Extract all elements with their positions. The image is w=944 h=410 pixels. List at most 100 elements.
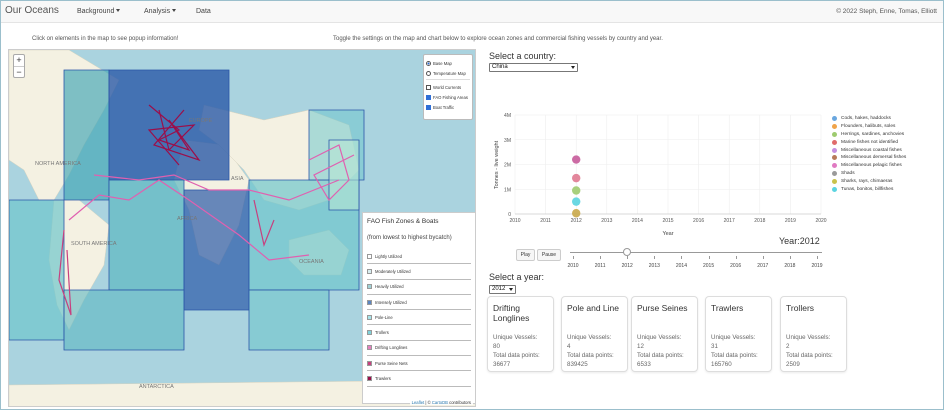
year-select[interactable]: 2012 [489,285,516,294]
zoom-out-button[interactable]: − [14,66,24,77]
chart-legend-label: Sharks, rays, chimaeras [841,178,893,184]
layer-boat-traffic[interactable]: Boat Traffic [426,102,470,112]
legend-item-label: Intensely Utilized [375,299,407,305]
slider-tick [735,256,737,259]
card-vessels-label: Unique Vessels: [567,334,612,341]
legend-item: Pole-Line [367,310,471,326]
fao-zone[interactable] [63,69,110,201]
legend-dot-icon [832,178,837,184]
chart-legend-label: Shads [841,170,855,176]
slider-tick [654,256,656,259]
country-select[interactable]: China [489,63,578,72]
chart-legend-item[interactable]: Miscellaneous pelagic fishes [832,162,906,170]
pause-button[interactable]: Pause [537,249,561,261]
label-asia: ASIA [231,176,244,182]
radio-selected-icon[interactable] [426,60,431,66]
fish-catch-chart[interactable]: 01M2M3M4M2010 2011 2012 2013 2014 2015 2016 201… [484,100,832,240]
legend-item-label: Purse Seine Nets [375,360,408,366]
data-point[interactable] [572,186,581,195]
legend-swatch [367,345,372,351]
x-tick-label: 2015 [662,218,673,224]
layer-world-currents[interactable]: World Currents [426,82,470,92]
fao-zone[interactable] [183,189,250,311]
legend-subtitle: (from lowest to highest bycatch) [367,235,452,241]
caret-down-icon [116,9,121,12]
fao-zone[interactable] [248,289,330,351]
chart-legend-item[interactable]: Marine fishes not identified [832,138,906,146]
chart-legend-item[interactable]: Cods, hakes, haddocks [832,115,906,123]
nav-background-dropdown[interactable]: Background [77,8,121,15]
year-slider-track[interactable] [570,252,822,253]
legend-item-label: Moderately Utilized [375,268,411,274]
legend-dot-icon [832,131,837,137]
x-tick-label: 2011 [540,218,551,224]
card-vessels-value: 4 [567,343,571,350]
x-tick-label: 2020 [815,218,826,224]
card-points-value: 6533 [637,361,651,368]
layer-base-map[interactable]: Base Map [426,58,470,68]
year-select-value: 2012 [492,286,506,292]
checkbox-checked-icon[interactable] [426,94,431,100]
zoom-in-button[interactable]: + [14,55,24,66]
fao-zone[interactable] [108,69,230,181]
play-button[interactable]: Play [516,249,535,261]
checkbox-checked-icon[interactable] [426,104,431,110]
data-point[interactable] [572,173,581,183]
layer-label: Temperature Map [433,70,466,76]
chart-legend-item[interactable]: Shads [832,170,906,178]
card-points-value: 2509 [786,361,800,368]
card-title: Drifting Longlines [493,303,530,323]
zoom-control: + − [13,54,25,78]
chart-legend-item[interactable]: Miscellaneous coastal fishes [832,146,906,154]
map-legend: FAO Fish Zones & Boats (from lowest to h… [362,212,475,404]
legend-title: FAO Fish Zones & Boats [367,218,439,225]
chart-legend-item[interactable]: Tunas, bonitos, billfishes [832,185,906,193]
current-year-display: Year:2012 [779,236,820,246]
layer-temperature-map[interactable]: Temperature Map [426,68,470,78]
data-point[interactable] [572,197,581,206]
vessel-stats-card: Trawlers Unique Vessels: 31 Total data poin… [705,296,772,372]
nav-data-link[interactable]: Data [196,8,211,15]
checkbox-icon[interactable] [426,84,431,90]
fao-zone[interactable] [9,199,65,341]
leaflet-link[interactable]: Leaflet [412,400,425,405]
slider-tick-label: 2018 [784,263,796,269]
year-value: 2012 [799,236,820,246]
cartodb-link[interactable]: CartoDB [432,400,448,405]
fao-zone[interactable] [108,179,185,291]
legend-swatch [367,284,372,290]
layer-label: Base Map [433,60,452,66]
card-vessels-label: Unique Vessels: [637,334,682,341]
label-oceania: OCEANIA [299,259,324,265]
chart-legend-item[interactable]: Miscellaneous demersal fishes [832,154,906,162]
chart-legend-item[interactable]: Herrings, sardines, anchovies [832,131,906,139]
chart-legend-label: Herrings, sardines, anchovies [841,131,905,137]
fao-zone[interactable] [328,139,360,211]
label-north-america: NORTH AMERICA [35,161,81,167]
chart-legend-label: Miscellaneous demersal fishes [841,155,907,161]
label-africa: AFRICA [177,216,198,222]
x-axis-title: Year [662,231,673,237]
card-points-label: Total data points: [637,352,684,359]
year-label: Year: [779,236,800,246]
chart-legend-label: Flounders, halibuts, soles [841,124,896,130]
world-map[interactable]: NORTH AMERICA SOUTH AMERICA EUROPE ASIA … [8,49,476,407]
layer-fao-fishing-areas[interactable]: FAO Fishing Areas [426,92,470,102]
legend-item: Drifting Longlines [367,341,471,357]
fao-zone[interactable] [63,289,185,351]
chart-legend-item[interactable]: Sharks, rays, chimaeras [832,177,906,185]
radio-icon[interactable] [426,70,431,76]
data-point[interactable] [572,209,581,218]
brand-link[interactable]: Our Oceans [5,5,59,16]
chart-legend-item[interactable]: Flounders, halibuts, soles [832,123,906,131]
map-attribution: Leaflet | © CartoDB contributors [409,400,473,405]
legend-swatch [367,314,372,320]
chart-instructions: Toggle the settings on the map and chart… [333,36,663,42]
legend-swatch [367,268,372,274]
card-title: Trollers [786,303,815,313]
legend-item-label: Heavily Utilized [375,284,404,290]
nav-analysis-dropdown[interactable]: Analysis [144,8,177,15]
legend-dot-icon [832,147,837,153]
card-vessels-value: 31 [711,343,718,350]
data-point[interactable] [572,155,581,164]
